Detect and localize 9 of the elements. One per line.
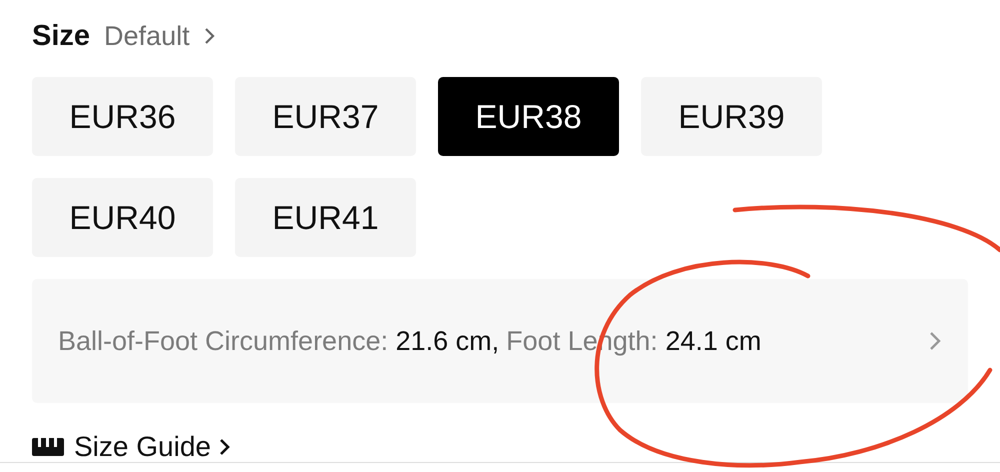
size-option[interactable]: EUR38 [438, 77, 619, 156]
section-title: Size [32, 20, 90, 52]
size-system-link[interactable]: Default [104, 20, 190, 52]
size-option[interactable]: EUR41 [235, 178, 416, 257]
size-option[interactable]: EUR40 [32, 178, 213, 257]
size-guide-link[interactable]: Size Guide [32, 431, 231, 463]
size-option[interactable]: EUR37 [235, 77, 416, 156]
size-option[interactable]: EUR36 [32, 77, 213, 156]
size-option[interactable]: EUR39 [641, 77, 822, 156]
